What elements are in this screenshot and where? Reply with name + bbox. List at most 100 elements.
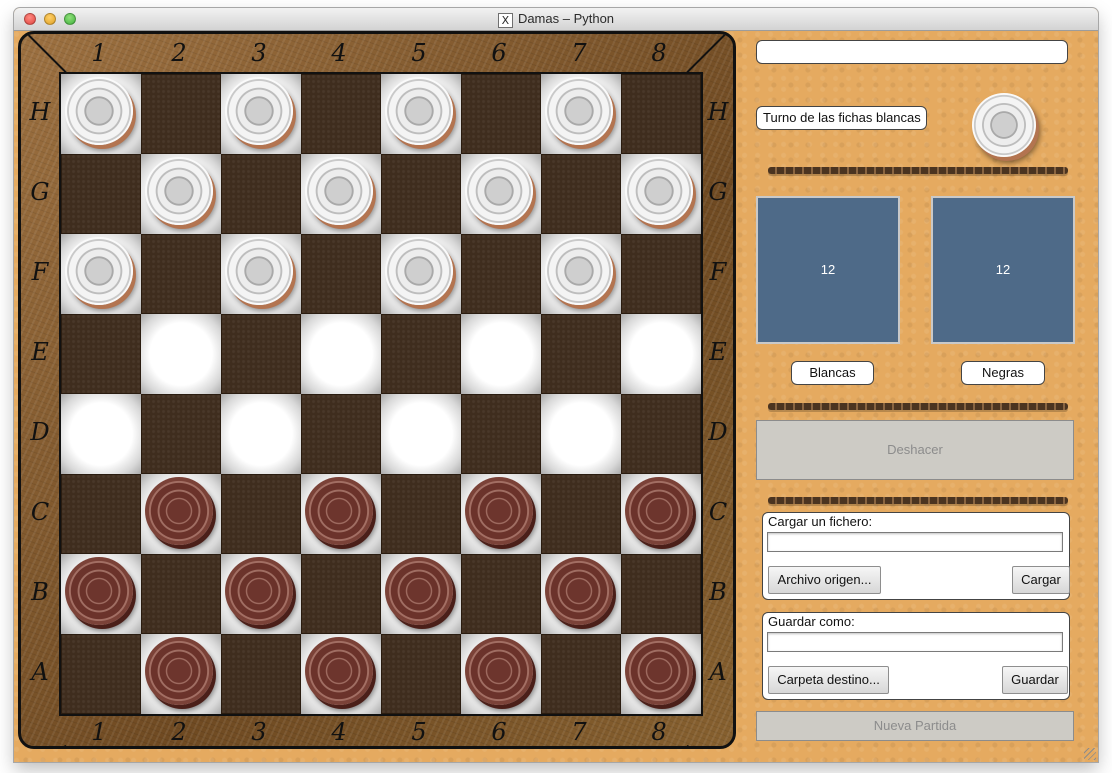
board-grid (59, 72, 703, 716)
board-square-H5[interactable] (381, 74, 461, 154)
red-piece[interactable] (65, 557, 133, 625)
board-square-B8[interactable] (621, 554, 701, 634)
board-square-B2[interactable] (141, 554, 221, 634)
board-square-C8[interactable] (621, 474, 701, 554)
white-piece[interactable] (385, 237, 453, 305)
board-square-D1[interactable] (61, 394, 141, 474)
red-piece[interactable] (305, 477, 373, 545)
red-piece[interactable] (545, 557, 613, 625)
red-piece[interactable] (625, 637, 693, 705)
board-square-C7[interactable] (541, 474, 621, 554)
board-square-E8[interactable] (621, 314, 701, 394)
browse-destination-button[interactable]: Carpeta destino... (768, 666, 889, 694)
board-square-D4[interactable] (301, 394, 381, 474)
board-square-A4[interactable] (301, 634, 381, 714)
board-square-C3[interactable] (221, 474, 301, 554)
board-square-A7[interactable] (541, 634, 621, 714)
board-square-D8[interactable] (621, 394, 701, 474)
board-square-E4[interactable] (301, 314, 381, 394)
red-piece[interactable] (625, 477, 693, 545)
board-square-C4[interactable] (301, 474, 381, 554)
board-square-H2[interactable] (141, 74, 221, 154)
board-square-F8[interactable] (621, 234, 701, 314)
new-game-button[interactable]: Nueva Partida (756, 711, 1074, 741)
red-piece[interactable] (385, 557, 453, 625)
board-square-E1[interactable] (61, 314, 141, 394)
white-piece[interactable] (305, 157, 373, 225)
board-square-F4[interactable] (301, 234, 381, 314)
white-piece[interactable] (65, 237, 133, 305)
board-square-A6[interactable] (461, 634, 541, 714)
board-square-B1[interactable] (61, 554, 141, 634)
load-button[interactable]: Cargar (1012, 566, 1070, 594)
board-square-G2[interactable] (141, 154, 221, 234)
browse-source-button[interactable]: Archivo origen... (768, 566, 881, 594)
white-piece[interactable] (225, 237, 293, 305)
board-square-A5[interactable] (381, 634, 461, 714)
white-piece[interactable] (545, 237, 613, 305)
board-square-F2[interactable] (141, 234, 221, 314)
board-square-F3[interactable] (221, 234, 301, 314)
red-piece[interactable] (145, 477, 213, 545)
board-square-F5[interactable] (381, 234, 461, 314)
board-square-B4[interactable] (301, 554, 381, 634)
board-square-D2[interactable] (141, 394, 221, 474)
white-piece[interactable] (465, 157, 533, 225)
white-piece[interactable] (385, 77, 453, 145)
board-square-G1[interactable] (61, 154, 141, 234)
board-square-A1[interactable] (61, 634, 141, 714)
white-piece[interactable] (145, 157, 213, 225)
board-square-D3[interactable] (221, 394, 301, 474)
red-piece[interactable] (465, 637, 533, 705)
board-square-G7[interactable] (541, 154, 621, 234)
board-square-B6[interactable] (461, 554, 541, 634)
board-square-A2[interactable] (141, 634, 221, 714)
board-square-C2[interactable] (141, 474, 221, 554)
board-square-H3[interactable] (221, 74, 301, 154)
board-square-A3[interactable] (221, 634, 301, 714)
board-square-C6[interactable] (461, 474, 541, 554)
board-square-B7[interactable] (541, 554, 621, 634)
board-square-E6[interactable] (461, 314, 541, 394)
white-piece[interactable] (225, 77, 293, 145)
board-square-G5[interactable] (381, 154, 461, 234)
column-label-2: 2 (171, 39, 187, 67)
red-piece[interactable] (225, 557, 293, 625)
board-square-G4[interactable] (301, 154, 381, 234)
board-square-B5[interactable] (381, 554, 461, 634)
undo-button[interactable]: Deshacer (756, 420, 1074, 480)
board-square-H6[interactable] (461, 74, 541, 154)
board-square-E7[interactable] (541, 314, 621, 394)
board-square-G3[interactable] (221, 154, 301, 234)
red-piece[interactable] (145, 637, 213, 705)
white-piece[interactable] (65, 77, 133, 145)
board-square-F6[interactable] (461, 234, 541, 314)
board-square-E3[interactable] (221, 314, 301, 394)
board-square-D6[interactable] (461, 394, 541, 474)
board-square-F7[interactable] (541, 234, 621, 314)
save-file-path-input[interactable] (767, 632, 1063, 652)
board-square-E2[interactable] (141, 314, 221, 394)
board-square-C5[interactable] (381, 474, 461, 554)
board-square-C1[interactable] (61, 474, 141, 554)
board-square-F1[interactable] (61, 234, 141, 314)
board-square-H1[interactable] (61, 74, 141, 154)
resize-grip-icon[interactable] (1084, 748, 1096, 760)
message-field[interactable] (756, 40, 1068, 64)
board-square-A8[interactable] (621, 634, 701, 714)
board-square-D5[interactable] (381, 394, 461, 474)
board-square-D7[interactable] (541, 394, 621, 474)
load-file-path-input[interactable] (767, 532, 1063, 552)
white-piece[interactable] (625, 157, 693, 225)
board-square-G8[interactable] (621, 154, 701, 234)
board-square-E5[interactable] (381, 314, 461, 394)
board-square-H7[interactable] (541, 74, 621, 154)
board-square-G6[interactable] (461, 154, 541, 234)
board-square-H4[interactable] (301, 74, 381, 154)
save-button[interactable]: Guardar (1002, 666, 1068, 694)
board-square-B3[interactable] (221, 554, 301, 634)
board-square-H8[interactable] (621, 74, 701, 154)
red-piece[interactable] (465, 477, 533, 545)
red-piece[interactable] (305, 637, 373, 705)
white-piece[interactable] (545, 77, 613, 145)
